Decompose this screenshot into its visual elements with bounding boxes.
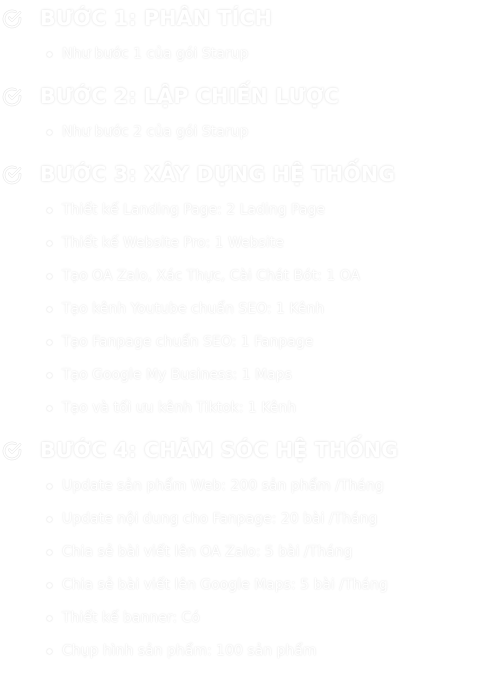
list-item: Chụp hình sản phẩm: 100 sản phẩm: [0, 635, 482, 668]
list-item-text: Update sản phẩm Web: 200 sản phẩm /Tháng: [62, 478, 384, 494]
step-2-title: BƯỚC 2: LẬP CHIẾN LƯỢC: [40, 84, 340, 108]
step-2-items: Như bước 2 của gói Starup: [0, 116, 482, 149]
list-item: Như bước 1 của gói Starup: [0, 38, 482, 71]
step-4-items: Update sản phẩm Web: 200 sản phẩm /Tháng…: [0, 470, 482, 668]
bullet-icon: [47, 517, 52, 522]
bullet-icon: [47, 616, 52, 621]
bullet-icon: [47, 484, 52, 489]
step-1-header: BƯỚC 1: PHÂN TÍCH: [0, 0, 482, 38]
step-3-items: Thiết kế Landing Page: 2 Lading Page Thi…: [0, 194, 482, 425]
bullet-icon: [47, 241, 52, 246]
list-item: Tạo và tối ưu kênh Tiktok: 1 Kênh: [0, 392, 482, 425]
list-item-text: Thiết kế Landing Page: 2 Lading Page: [62, 202, 325, 218]
list-item-text: Tạo OA Zalo, Xác Thực, Cài Chát Bót: 1 O…: [62, 268, 361, 284]
list-item-text: Thiết kế Website Pro: 1 Website: [62, 235, 284, 251]
step-4: BƯỚC 4: CHĂM SÓC HỆ THỐNG Update sản phẩ…: [0, 432, 482, 668]
step-1: BƯỚC 1: PHÂN TÍCH Như bước 1 của gói Sta…: [0, 0, 482, 71]
bullet-icon: [47, 307, 52, 312]
step-3-title: BƯỚC 3: XÂY DỰNG HỆ THỐNG: [40, 162, 396, 186]
bullet-icon: [47, 550, 52, 555]
bullet-icon: [47, 340, 52, 345]
list-item: Update nội dung cho Fanpage: 20 bài /Thá…: [0, 503, 482, 536]
list-item: Thiết kế Website Pro: 1 Website: [0, 227, 482, 260]
list-item-text: Tạo kênh Youtube chuẩn SEO: 1 Kênh: [62, 301, 325, 317]
bullet-icon: [47, 208, 52, 213]
step-1-items: Như bước 1 của gói Starup: [0, 38, 482, 71]
bullet-icon: [47, 406, 52, 411]
step-1-title: BƯỚC 1: PHÂN TÍCH: [40, 6, 272, 30]
list-item-text: Tạo Google My Business: 1 Maps: [62, 367, 292, 383]
list-item-text: Chia sẻ bài viết lên OA Zalo: 5 bài /Thá…: [62, 544, 353, 560]
list-item-text: Như bước 2 của gói Starup: [62, 124, 249, 140]
step-4-title: BƯỚC 4: CHĂM SÓC HỆ THỐNG: [40, 438, 399, 462]
list-item: Update sản phẩm Web: 200 sản phẩm /Tháng: [0, 470, 482, 503]
step-list: BƯỚC 1: PHÂN TÍCH Như bước 1 của gói Sta…: [0, 0, 482, 668]
list-item-text: Chụp hình sản phẩm: 100 sản phẩm: [62, 643, 317, 659]
step-2: BƯỚC 2: LẬP CHIẾN LƯỢC Như bước 2 của gó…: [0, 78, 482, 149]
list-item: Thiết kế banner: Có: [0, 602, 482, 635]
list-item: Tạo kênh Youtube chuẩn SEO: 1 Kênh: [0, 293, 482, 326]
check-circle-icon: [0, 163, 24, 187]
check-circle-icon: [0, 7, 24, 31]
list-item: Tạo Fanpage chuẩn SEO: 1 Fanpage: [0, 326, 482, 359]
step-4-header: BƯỚC 4: CHĂM SÓC HỆ THỐNG: [0, 432, 482, 470]
bullet-icon: [47, 52, 52, 57]
list-item: Thiết kế Landing Page: 2 Lading Page: [0, 194, 482, 227]
list-item-text: Tạo Fanpage chuẩn SEO: 1 Fanpage: [62, 334, 314, 350]
list-item: Như bước 2 của gói Starup: [0, 116, 482, 149]
list-item: Chia sẻ bài viết lên Google Maps: 5 bài …: [0, 569, 482, 602]
list-item-text: Update nội dung cho Fanpage: 20 bài /Thá…: [62, 511, 378, 527]
bullet-icon: [47, 583, 52, 588]
list-item-text: Thiết kế banner: Có: [62, 610, 200, 626]
step-2-header: BƯỚC 2: LẬP CHIẾN LƯỢC: [0, 78, 482, 116]
bullet-icon: [47, 130, 52, 135]
list-item-text: Chia sẻ bài viết lên Google Maps: 5 bài …: [62, 577, 388, 593]
check-circle-icon: [0, 85, 24, 109]
step-3: BƯỚC 3: XÂY DỰNG HỆ THỐNG Thiết kế Landi…: [0, 156, 482, 425]
list-item: Tạo OA Zalo, Xác Thực, Cài Chát Bót: 1 O…: [0, 260, 482, 293]
step-3-header: BƯỚC 3: XÂY DỰNG HỆ THỐNG: [0, 156, 482, 194]
check-circle-icon: [0, 439, 24, 463]
bullet-icon: [47, 649, 52, 654]
list-item-text: Tạo và tối ưu kênh Tiktok: 1 Kênh: [62, 400, 297, 416]
list-item: Chia sẻ bài viết lên OA Zalo: 5 bài /Thá…: [0, 536, 482, 569]
bullet-icon: [47, 373, 52, 378]
list-item: Tạo Google My Business: 1 Maps: [0, 359, 482, 392]
list-item-text: Như bước 1 của gói Starup: [62, 46, 249, 62]
bullet-icon: [47, 274, 52, 279]
